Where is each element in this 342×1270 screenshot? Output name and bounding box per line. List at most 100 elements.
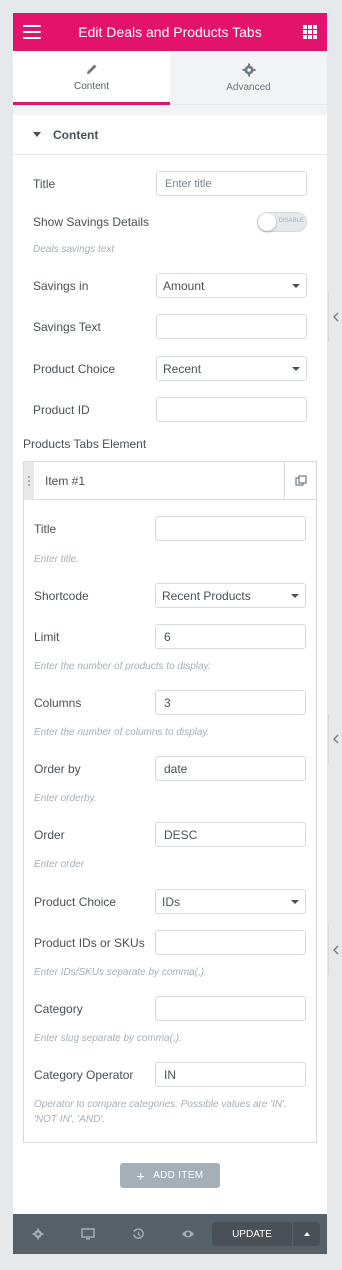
chevron-down-icon — [292, 283, 300, 288]
shortcode-label: Shortcode — [34, 588, 89, 603]
widgets-grid-icon[interactable] — [303, 25, 317, 39]
orderby-input[interactable]: date — [155, 756, 306, 781]
title-input[interactable]: Enter title — [156, 171, 307, 196]
product-id-control: Product ID — [33, 397, 307, 422]
settings-gear-icon[interactable] — [13, 1214, 63, 1254]
shortcode-select[interactable]: Recent Products — [155, 583, 306, 608]
repeater-label: Products Tabs Element — [23, 437, 147, 451]
orderby-control: Order by date — [34, 756, 306, 781]
product-ids-input[interactable] — [155, 930, 306, 955]
item-product-choice-control: Product Choice IDs — [34, 889, 306, 914]
update-button[interactable]: UPDATE — [212, 1222, 292, 1246]
product-ids-label: Product IDs or SKUs — [34, 935, 145, 950]
chevron-left-icon — [332, 945, 338, 955]
category-input[interactable] — [155, 996, 306, 1021]
content-section-toggle[interactable]: Content — [13, 115, 327, 155]
tab-advanced-label: Advanced — [226, 82, 271, 93]
product-ids-desc: Enter IDs/SKUs separate by comma(,). — [34, 967, 207, 978]
tab-content[interactable]: Content — [13, 51, 170, 105]
savings-in-label: Savings in — [33, 278, 89, 293]
savings-text-label: Savings Text — [33, 319, 101, 334]
title-label: Title — [33, 176, 56, 191]
desktop-icon[interactable] — [63, 1214, 113, 1254]
columns-input[interactable]: 3 — [155, 690, 306, 715]
category-operator-label: Category Operator — [34, 1067, 134, 1082]
category-label: Category — [34, 1001, 83, 1016]
plus-icon: + — [136, 1167, 146, 1184]
savings-in-select[interactable]: Amount — [156, 273, 307, 298]
limit-input[interactable]: 6 — [155, 624, 306, 649]
toggle-knob — [258, 213, 276, 231]
columns-desc: Enter the number of columns to display. — [34, 727, 210, 738]
columns-control: Columns 3 — [34, 690, 306, 715]
tab-content-label: Content — [73, 81, 110, 92]
category-operator-input[interactable]: IN — [155, 1062, 306, 1087]
savings-text-input[interactable] — [156, 314, 307, 339]
history-icon[interactable] — [113, 1214, 163, 1254]
orderby-label: Order by — [34, 761, 81, 776]
category-operator-control: Category Operator IN — [34, 1062, 306, 1087]
chevron-down-icon — [291, 899, 299, 904]
item-product-choice-label: Product Choice — [34, 894, 117, 909]
panel-header: Edit Deals and Products Tabs — [13, 13, 327, 51]
limit-label: Limit — [34, 629, 60, 644]
chevron-down-icon — [291, 593, 299, 598]
tab-advanced[interactable]: Advanced — [170, 51, 327, 105]
chevron-down-icon — [292, 366, 300, 371]
item-title-input[interactable] — [155, 516, 306, 541]
tabs-gap — [13, 105, 327, 115]
limit-control: Limit 6 — [34, 624, 306, 649]
side-collapse-tab-3[interactable] — [328, 925, 342, 975]
update-options-caret-icon[interactable] — [293, 1222, 320, 1246]
item-title-control: Title — [34, 516, 306, 541]
product-id-input[interactable] — [156, 397, 307, 422]
shortcode-value: Recent Products — [162, 588, 251, 603]
editor-panel: Edit Deals and Products Tabs Content Adv… — [13, 13, 327, 1254]
add-item-label: ADD ITEM — [153, 1170, 204, 1181]
savings-in-value: Amount — [163, 278, 205, 293]
hamburger-menu-icon[interactable] — [23, 25, 41, 39]
savings-in-control: Savings in Amount — [33, 273, 307, 298]
shortcode-control: Shortcode Recent Products — [34, 583, 306, 608]
gear-icon — [242, 62, 256, 78]
caret-down-icon — [33, 132, 41, 137]
add-item-button[interactable]: + ADD ITEM — [120, 1163, 220, 1188]
show-savings-toggle[interactable]: DISABLE — [257, 212, 307, 232]
repeater-item-title: Item #1 — [45, 473, 86, 488]
orderby-desc: Enter orderby. — [34, 793, 97, 804]
category-desc: Enter slug separate by comma(,). — [34, 1033, 182, 1044]
order-input[interactable]: DESC — [155, 822, 306, 847]
product-choice-control: Product Choice Recent — [33, 356, 307, 381]
item-title-desc: Enter title. — [34, 554, 80, 565]
limit-desc: Enter the number of products to display. — [34, 661, 211, 672]
show-savings-control: Show Savings Details DISABLE — [33, 212, 307, 232]
chevron-left-icon — [332, 312, 338, 322]
toggle-text: DISABLE — [278, 218, 304, 224]
drag-handle-icon[interactable] — [24, 461, 34, 500]
panel-footer: UPDATE — [13, 1214, 327, 1254]
order-control: Order DESC — [34, 822, 306, 847]
deals-savings-desc: Deals savings text — [33, 244, 115, 255]
item-product-choice-value: IDs — [162, 894, 180, 909]
product-ids-control: Product IDs or SKUs — [34, 930, 306, 955]
item-product-choice-select[interactable]: IDs — [155, 889, 306, 914]
category-operator-desc: Operator to compare categories. Possible… — [34, 1099, 287, 1125]
category-control: Category — [34, 996, 306, 1021]
repeater-item-header[interactable]: Item #1 — [24, 461, 316, 500]
title-control: Title Enter title — [33, 171, 307, 196]
item-title-label: Title — [34, 521, 57, 536]
chevron-left-icon — [332, 734, 338, 744]
product-choice-select[interactable]: Recent — [156, 356, 307, 381]
panel-title: Edit Deals and Products Tabs — [78, 24, 262, 40]
side-collapse-tab-1[interactable] — [328, 292, 342, 342]
panel-tabs: Content Advanced — [13, 51, 327, 105]
pencil-icon — [85, 61, 99, 77]
repeater-item: Item #1 Title Enter title. Shortcode Rec… — [23, 461, 317, 1143]
order-label: Order — [34, 827, 65, 842]
eye-icon[interactable] — [163, 1214, 213, 1254]
duplicate-icon[interactable] — [284, 462, 316, 500]
side-collapse-tab-2[interactable] — [328, 714, 342, 764]
order-desc: Enter order — [34, 859, 85, 870]
product-id-label: Product ID — [33, 402, 90, 417]
product-choice-label: Product Choice — [33, 361, 116, 376]
